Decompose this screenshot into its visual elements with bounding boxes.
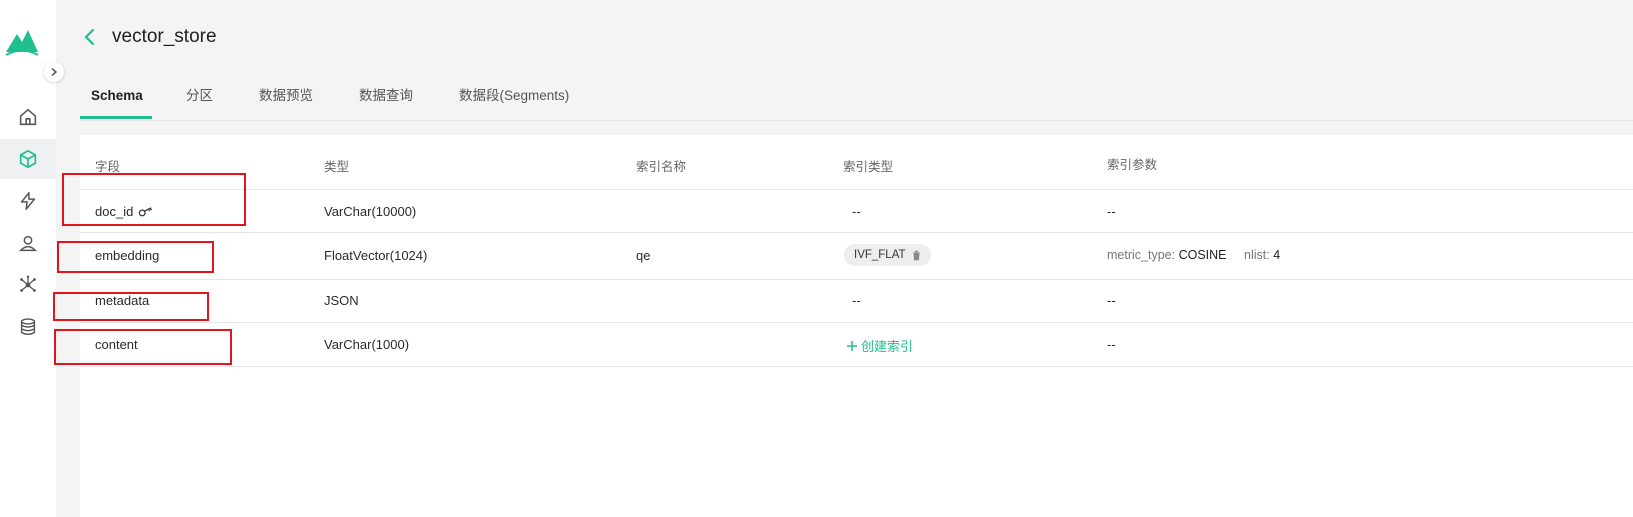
index-type-tag: IVF_FLAT [844, 244, 931, 266]
plus-icon [847, 340, 857, 351]
field-name: embedding [95, 248, 160, 263]
index-params-cell: -- [1107, 293, 1116, 308]
page-header: vector_store [80, 26, 217, 48]
nlist-value: 4 [1273, 248, 1281, 262]
tab-data-query[interactable]: 数据查询 [359, 82, 413, 120]
active-tab-indicator [80, 116, 152, 119]
database-icon [20, 318, 36, 336]
type-cell: JSON [324, 293, 359, 308]
page-title: vector_store [112, 26, 217, 47]
back-button[interactable] [80, 27, 100, 47]
index-params-cell: -- [1107, 337, 1116, 352]
create-index-label: 创建索引 [861, 339, 914, 354]
create-index-button[interactable]: 创建索引 [846, 336, 913, 355]
header-index-name: 索引名称 [636, 160, 687, 174]
type-cell: VarChar(1000) [324, 337, 410, 352]
metric-type-value: COSINE [1178, 248, 1227, 262]
cube-icon [19, 149, 37, 169]
delete-index-button[interactable] [912, 250, 921, 261]
field-name: content [95, 337, 138, 352]
tab-bar: Schema 分区 数据预览 数据查询 数据段(Segments) [80, 82, 1633, 121]
sidebar-collapse-button[interactable] [44, 62, 64, 82]
header-index-type: 索引类型 [843, 160, 894, 174]
nav-users[interactable] [0, 223, 56, 263]
tab-partitions[interactable]: 分区 [186, 82, 213, 120]
metric-type-key: metric_type: [1107, 248, 1176, 262]
type-cell: FloatVector(1024) [324, 248, 428, 263]
nav-databases[interactable] [0, 307, 56, 347]
type-cell: VarChar(10000) [324, 204, 417, 219]
table-row: metadata JSON -- -- [80, 280, 1633, 323]
index-type-cell: -- [852, 204, 861, 219]
milvus-logo[interactable] [4, 24, 40, 60]
nav-collections[interactable] [0, 139, 56, 179]
nav-system[interactable] [0, 265, 56, 305]
table-row: content VarChar(1000) 创建索引 -- [80, 323, 1633, 367]
index-name-cell: qe [636, 248, 651, 263]
user-icon [18, 235, 38, 252]
tab-schema[interactable]: Schema [91, 82, 143, 120]
header-field: 字段 [95, 160, 121, 174]
nav-home[interactable] [0, 97, 56, 137]
index-type-label: IVF_FLAT [854, 249, 906, 261]
home-icon [19, 108, 37, 126]
field-name: doc_id [95, 204, 134, 219]
table-row: doc_id VarChar(10000) -- -- [80, 190, 1633, 233]
header-index-params: 索引参数 [1107, 158, 1158, 172]
tab-segments[interactable]: 数据段(Segments) [459, 82, 569, 120]
tab-data-preview[interactable]: 数据预览 [259, 82, 313, 120]
chevron-right-icon [51, 67, 58, 77]
nlist-key: nlist: [1244, 248, 1270, 262]
index-type-cell: -- [852, 293, 861, 308]
lightning-icon [20, 192, 36, 210]
cluster-icon [20, 275, 36, 292]
main-content: vector_store Schema 分区 数据预览 数据查询 数据段(Seg… [56, 0, 1633, 517]
nav-actions[interactable] [0, 181, 56, 221]
field-name: metadata [95, 293, 150, 308]
header-type: 类型 [324, 160, 350, 174]
index-params-cell: metric_type: COSINE nlist: 4 [1107, 248, 1280, 262]
table-row: embedding FloatVector(1024) qe IVF_FLAT … [80, 233, 1633, 280]
trash-icon [912, 250, 920, 260]
table-header: 字段 类型 索引名称 索引类型 索引参数 [80, 135, 1633, 190]
key-icon [139, 206, 153, 216]
chevron-left-icon [84, 28, 95, 46]
schema-table: 字段 类型 索引名称 索引类型 索引参数 doc_id VarChar(1000… [80, 135, 1633, 517]
field-cell: doc_id [95, 204, 153, 219]
index-params-cell: -- [1107, 204, 1116, 219]
